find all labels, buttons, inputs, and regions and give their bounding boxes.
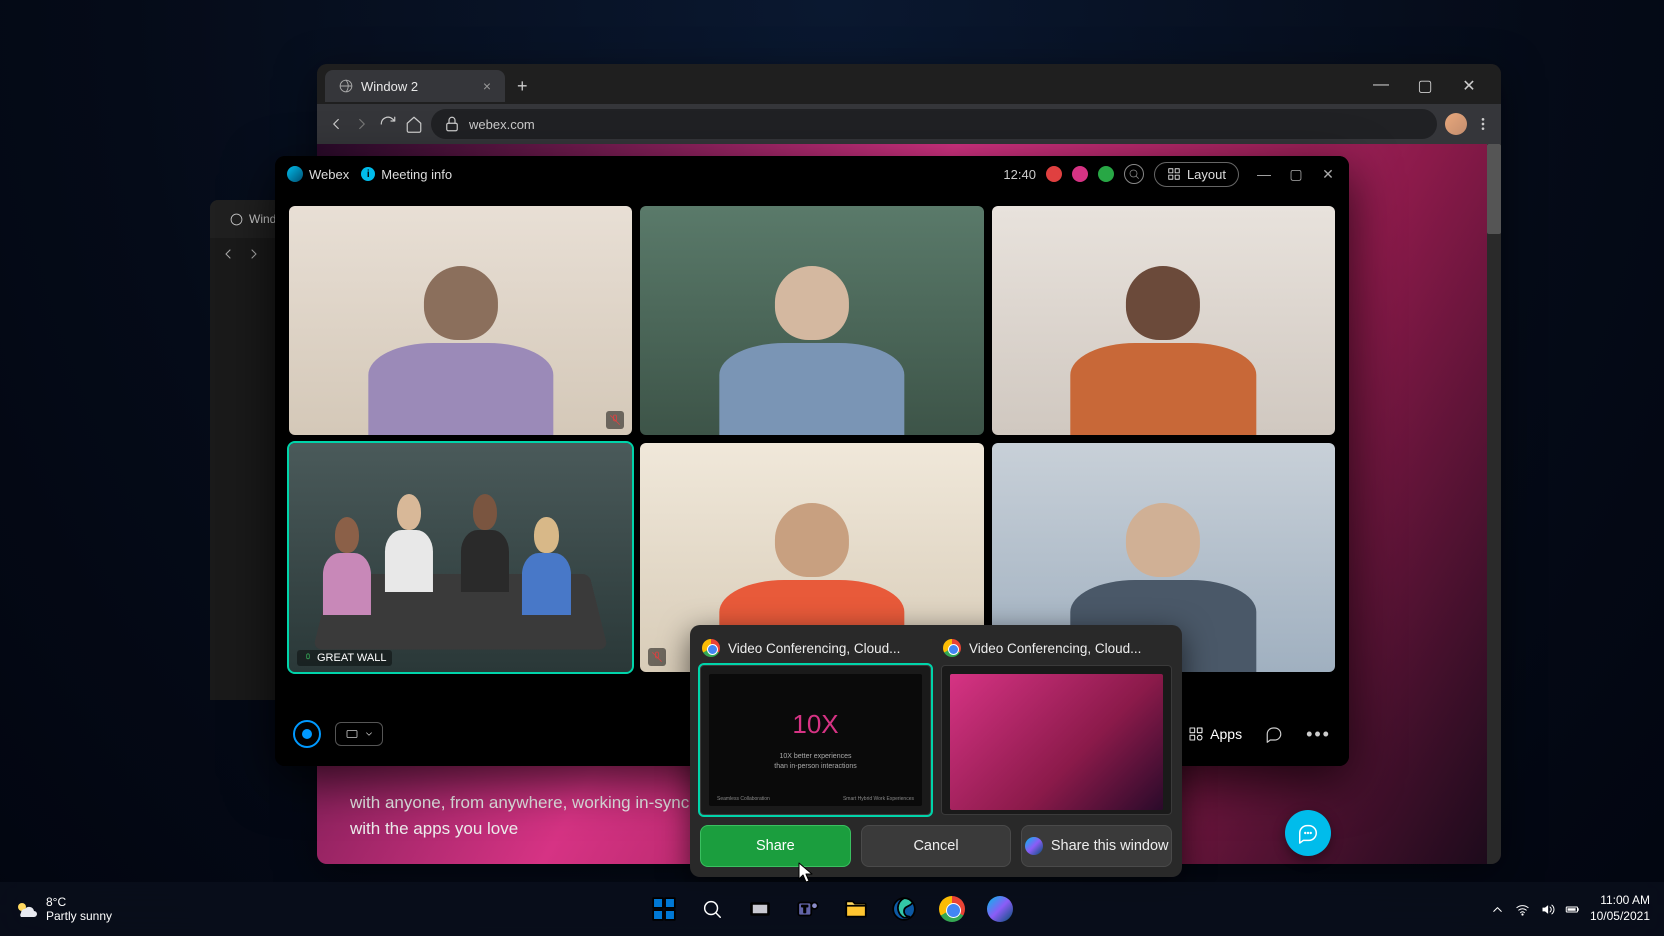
back-icon[interactable]: [220, 246, 236, 262]
page-body-text: with anyone, from anywhere, working in-s…: [350, 790, 689, 841]
clock[interactable]: 11:00 AM 10/05/2021: [1590, 893, 1650, 924]
forward-icon[interactable]: [353, 115, 371, 133]
maximize-button[interactable]: ▢: [1413, 76, 1437, 96]
close-tab-icon[interactable]: ×: [483, 78, 491, 94]
cancel-button[interactable]: Cancel: [861, 825, 1012, 867]
participant-tile[interactable]: [640, 206, 983, 435]
webex-icon: [1025, 837, 1043, 855]
chat-button[interactable]: [1256, 716, 1292, 752]
wifi-icon[interactable]: [1515, 902, 1530, 917]
share-thumbnail[interactable]: [941, 665, 1172, 815]
webex-header: Webex i Meeting info 12:40 Layout — ▢ ✕: [275, 156, 1349, 192]
profile-avatar[interactable]: [1445, 113, 1467, 135]
system-tray: 11:00 AM 10/05/2021: [1490, 893, 1650, 924]
weather-icon: [14, 897, 38, 921]
temperature: 8°C: [46, 895, 112, 909]
share-source-title: Video Conferencing, Cloud...: [728, 641, 900, 656]
minimize-button[interactable]: —: [1369, 76, 1393, 96]
share-source-title: Video Conferencing, Cloud...: [969, 641, 1141, 656]
home-icon[interactable]: [405, 115, 423, 133]
meeting-info-button[interactable]: i Meeting info: [361, 167, 452, 182]
meeting-time: 12:40: [1003, 167, 1036, 182]
share-thumbnail[interactable]: 10X 10X better experiences than in-perso…: [700, 665, 931, 815]
share-popup: Video Conferencing, Cloud... 10X 10X bet…: [690, 625, 1182, 877]
share-source-item[interactable]: Video Conferencing, Cloud...: [941, 635, 1172, 815]
share-button[interactable]: Share: [700, 825, 851, 867]
more-button[interactable]: •••: [1306, 724, 1331, 745]
chat-bubble-button[interactable]: [1285, 810, 1331, 856]
chrome-icon: [702, 639, 720, 657]
chrome-tabbar: Window 2 × + — ▢ ✕: [317, 64, 1501, 104]
participant-tile-active[interactable]: GREAT WALL: [289, 443, 632, 672]
status-dot-green[interactable]: [1098, 166, 1114, 182]
apps-button[interactable]: Apps: [1188, 726, 1242, 742]
edge-button[interactable]: [884, 889, 924, 929]
info-icon: i: [361, 167, 375, 181]
taskbar-center: T: [644, 889, 1020, 929]
video-grid: GREAT WALL: [275, 192, 1349, 686]
volume-icon[interactable]: [1540, 902, 1555, 917]
share-this-window-button[interactable]: Share this window: [1021, 825, 1172, 867]
muted-icon: [648, 648, 666, 666]
search-button[interactable]: [692, 889, 732, 929]
webex-taskbar-button[interactable]: [980, 889, 1020, 929]
webex-logo-icon: [287, 166, 303, 182]
battery-icon[interactable]: [1565, 902, 1580, 917]
weather-widget[interactable]: 8°C Partly sunny: [14, 895, 112, 924]
chrome-toolbar: webex.com: [317, 104, 1501, 144]
participant-label: GREAT WALL: [297, 650, 392, 666]
menu-icon[interactable]: [1475, 115, 1491, 133]
participant-tile[interactable]: [289, 206, 632, 435]
file-explorer-button[interactable]: [836, 889, 876, 929]
webex-close[interactable]: ✕: [1319, 166, 1337, 183]
url-text: webex.com: [469, 117, 535, 132]
webex-maximize[interactable]: ▢: [1287, 166, 1305, 183]
start-button[interactable]: [644, 889, 684, 929]
tab-title: Window 2: [361, 79, 418, 94]
close-button[interactable]: ✕: [1457, 76, 1481, 96]
reactions-button[interactable]: [293, 720, 321, 748]
reload-icon[interactable]: [379, 115, 397, 133]
taskbar: 8°C Partly sunny T: [0, 882, 1664, 936]
new-tab-button[interactable]: +: [509, 72, 536, 101]
forward-icon[interactable]: [246, 246, 262, 262]
weather-condition: Partly sunny: [46, 909, 112, 923]
participant-tile[interactable]: [992, 206, 1335, 435]
chevron-up-icon[interactable]: [1490, 902, 1505, 917]
scrollbar[interactable]: [1487, 144, 1501, 864]
lock-icon: [443, 115, 461, 133]
captions-button[interactable]: [335, 722, 383, 746]
back-icon[interactable]: [327, 115, 345, 133]
webex-minimize[interactable]: —: [1255, 166, 1273, 183]
svg-text:T: T: [802, 904, 808, 915]
chrome-button[interactable]: [932, 889, 972, 929]
record-indicator[interactable]: [1046, 166, 1062, 182]
muted-icon: [606, 411, 624, 429]
chrome-icon: [943, 639, 961, 657]
layout-button[interactable]: Layout: [1154, 162, 1239, 187]
search-zoom-button[interactable]: [1124, 164, 1144, 184]
share-source-item[interactable]: Video Conferencing, Cloud... 10X 10X bet…: [700, 635, 931, 815]
chevron-down-icon: [364, 729, 374, 739]
url-bar[interactable]: webex.com: [431, 109, 1437, 139]
browser-tab[interactable]: Window 2 ×: [325, 70, 505, 102]
task-view-button[interactable]: [740, 889, 780, 929]
webex-logo: Webex: [287, 166, 349, 182]
status-dot-pink[interactable]: [1072, 166, 1088, 182]
teams-button[interactable]: T: [788, 889, 828, 929]
